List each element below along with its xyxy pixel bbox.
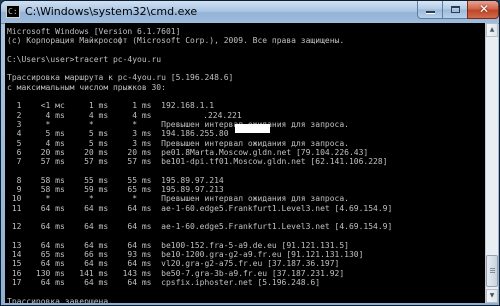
minimize-icon [426,11,435,13]
console-line: 15 64 ms 64 ms 64 ms vl20.gra-g2-a75.fr.… [7,259,340,269]
scroll-down-button[interactable]: ▼ [486,289,498,303]
console-line: (c) Корпорация Майкрософт (Microsoft Cor… [7,36,345,46]
console-line: 4 5 ms 5 ms 3 ms 194.186.255.80 [7,129,229,139]
scroll-up-button[interactable]: ▲ [486,23,498,37]
console-output[interactable]: Microsoft Windows [Version 6.1.7601] (c) … [5,23,485,303]
console-line: 5 4 ms 5 ms 3 ms Превышен интервал ожида… [7,138,349,148]
console-line: с максимальным числом прыжков 30: [7,82,166,92]
console-line: Трассировка завершена. [7,296,113,303]
window-title: C:\Windows\system32\cmd.exe [25,5,198,18]
redacted-address [235,124,270,133]
console-line: 2 4 ms 4 ms 4 ms .224.221 [7,110,242,120]
console-line: 13 64 ms 64 ms 64 ms be100-152.fra-5-a9.… [7,240,349,250]
close-button[interactable]: ✕ [467,1,499,19]
console-line: Microsoft Windows [Version 6.1.7601] [7,27,181,36]
console-line: 12 64 ms 64 ms 64 ms ae-1-60.edge5.Frank… [7,222,393,232]
console-line: 16 130 ms 141 ms 143 ms be50-7.gra-3b-a9… [7,268,345,278]
console-line: 6 20 ms 20 ms 20 ms pe01.8Marta.Moscow.g… [7,147,369,157]
console-line: 11 64 ms 64 ms 64 ms ae-1-60.edge5.Frank… [7,203,393,213]
vertical-scrollbar[interactable]: ▲ ▼ [485,23,498,303]
console-line: 14 65 ms 66 ms 93 ms be10-1200.gra-g2-a9… [7,250,364,260]
console-line: 1 <1 мс 1 ms 1 ms 192.168.1.1 [7,101,215,111]
console-line: 3 * * * Превышен интервал ожидания для з… [7,119,349,129]
console-line: 8 58 ms 55 ms 55 ms 195.89.97.214 [7,175,224,185]
minimize-button[interactable] [417,1,443,19]
console-line: C:\Users\user>tracert pc-4you.ru [7,54,162,64]
title-bar[interactable]: C: C:\Windows\system32\cmd.exe ✕ [1,1,499,24]
cmd-icon[interactable]: C: [6,5,20,18]
console-line: 7 57 ms 57 ms 57 ms be101-dpi.tf01.Mosco… [7,157,388,167]
console-line: 17 64 ms 64 ms 64 ms cpsfix.iphoster.net… [7,278,321,288]
grip-icon [490,268,495,274]
console-line: 9 58 ms 59 ms 65 ms 195.89.97.213 [7,185,224,195]
scroll-thumb[interactable] [486,255,498,287]
maximize-icon [451,6,460,13]
console-text: Microsoft Windows [Version 6.1.7601] (c) … [7,27,392,303]
console-line: Трассировка маршрута к pc-4you.ru [5.196… [7,73,234,83]
hop2-address: .224.221 [203,110,242,120]
cmd-window: C: C:\Windows\system32\cmd.exe ✕ Microso… [0,0,500,306]
maximize-button[interactable] [442,1,468,19]
console-line: 10 * * * Превышен интервал ожидания для … [7,194,349,204]
close-icon: ✕ [478,2,490,16]
